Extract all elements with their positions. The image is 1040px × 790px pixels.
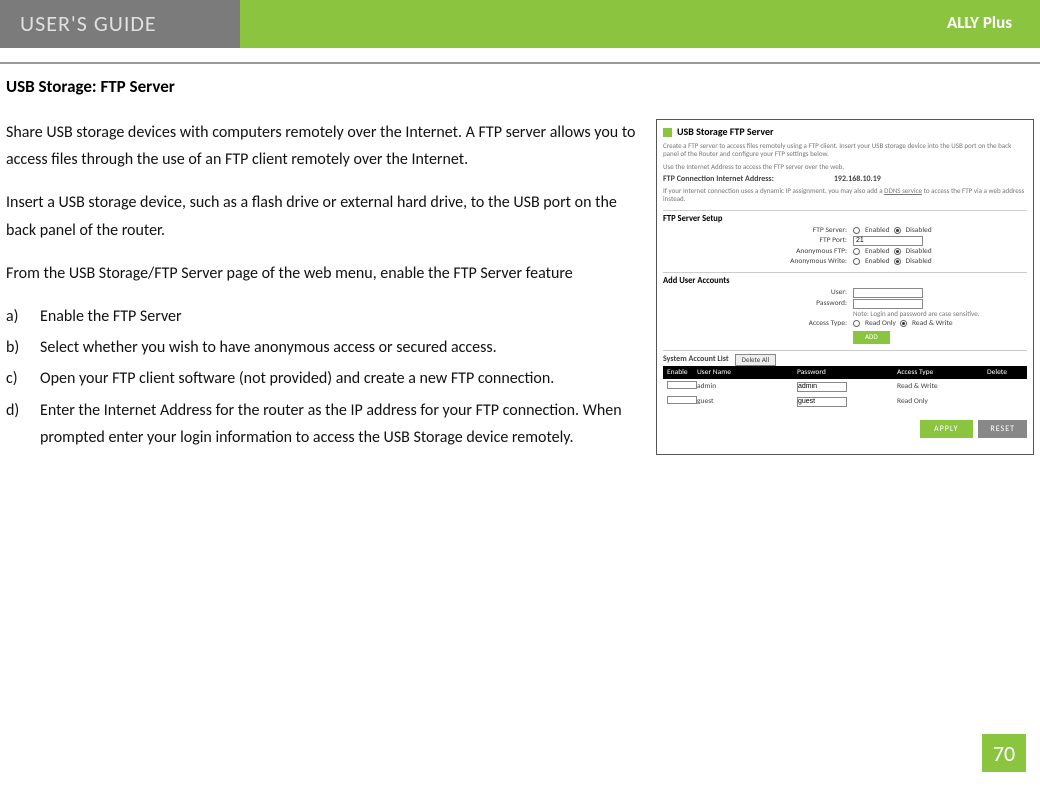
guide-title: USER'S GUIDE <box>0 0 240 48</box>
ss-addr-note: If your Internet connection uses a dynam… <box>663 187 1027 204</box>
table-row: guest Read Only <box>663 394 1027 409</box>
add-button[interactable]: ADD <box>853 331 890 343</box>
paragraph-3: From the USB Storage/FTP Server page of … <box>6 260 640 287</box>
delete-all-button[interactable]: Delete All <box>735 354 776 366</box>
anon-write-disabled-radio[interactable] <box>894 258 901 265</box>
step-c: c)Open your FTP client software (not pro… <box>6 365 640 392</box>
apply-button[interactable]: APPLY <box>920 420 973 438</box>
enable-checkbox[interactable] <box>667 396 697 404</box>
content: USB Storage: FTP Server Share USB storag… <box>0 76 1040 455</box>
account-table-head: Enable User Name Password Access Type De… <box>663 366 1027 379</box>
config-screenshot: USB Storage FTP Server Create a FTP serv… <box>656 119 1034 455</box>
product-name: ALLY Plus <box>240 0 1040 48</box>
reset-button[interactable]: RESET <box>978 420 1027 438</box>
ftp-address-row: FTP Connection Internet Address: 192.168… <box>663 175 1027 185</box>
ss-footer: APPLY RESET <box>663 425 1027 435</box>
user-input[interactable] <box>853 288 923 298</box>
row-access-type: Access Type: Read Only Read & Write <box>773 319 1027 328</box>
ddns-link[interactable]: DDNS service <box>884 186 922 195</box>
ss-desc-2: Use the Internet Address to access the F… <box>663 163 1027 171</box>
row-pass-input[interactable] <box>797 397 847 407</box>
title-dot-icon <box>663 128 672 137</box>
row-anon-write: Anonymous Write: Enabled Disabled <box>773 257 1027 266</box>
access-readonly-radio[interactable] <box>853 320 860 327</box>
ss-add-head: Add User Accounts <box>663 272 1027 286</box>
step-a: a)Enable the FTP Server <box>6 303 640 330</box>
page-number: 70 <box>982 734 1026 772</box>
ss-sys-head: System Account List Delete All <box>663 350 1027 366</box>
body-text: Share USB storage devices with computers… <box>6 119 640 455</box>
row-anon-ftp: Anonymous FTP: Enabled Disabled <box>773 247 1027 256</box>
ss-note: Note: Login and password are case sensit… <box>853 310 1027 318</box>
anon-ftp-disabled-radio[interactable] <box>894 248 901 255</box>
enable-checkbox[interactable] <box>667 381 697 389</box>
ftp-port-input[interactable] <box>853 236 923 246</box>
table-row: admin Read & Write <box>663 379 1027 394</box>
password-input[interactable] <box>853 299 923 309</box>
row-ftp-server: FTP Server: Enabled Disabled <box>773 226 1027 235</box>
ss-setup-head: FTP Server Setup <box>663 210 1027 224</box>
row-password: Password: <box>773 299 1027 309</box>
row-pass-input[interactable] <box>797 382 847 392</box>
steps-list: a)Enable the FTP Server b)Select whether… <box>6 303 640 451</box>
row-ftp-port: FTP Port: <box>773 236 1027 246</box>
ftp-address-value: 192.168.10.19 <box>834 175 881 185</box>
section-title: USB Storage: FTP Server <box>6 76 1034 97</box>
step-d: d)Enter the Internet Address for the rou… <box>6 397 640 451</box>
row-user: User: <box>773 288 1027 298</box>
paragraph-1: Share USB storage devices with computers… <box>6 119 640 173</box>
ss-desc-1: Create a FTP server to access files remo… <box>663 142 1027 159</box>
ss-title: USB Storage FTP Server <box>663 126 1027 138</box>
header: USER'S GUIDE ALLY Plus <box>0 0 1040 48</box>
ftp-server-enabled-radio[interactable] <box>853 227 860 234</box>
anon-write-enabled-radio[interactable] <box>853 258 860 265</box>
divider <box>0 62 1040 64</box>
paragraph-2: Insert a USB storage device, such as a f… <box>6 189 640 243</box>
access-readwrite-radio[interactable] <box>900 320 907 327</box>
anon-ftp-enabled-radio[interactable] <box>853 248 860 255</box>
ftp-server-disabled-radio[interactable] <box>894 227 901 234</box>
step-b: b)Select whether you wish to have anonym… <box>6 334 640 361</box>
